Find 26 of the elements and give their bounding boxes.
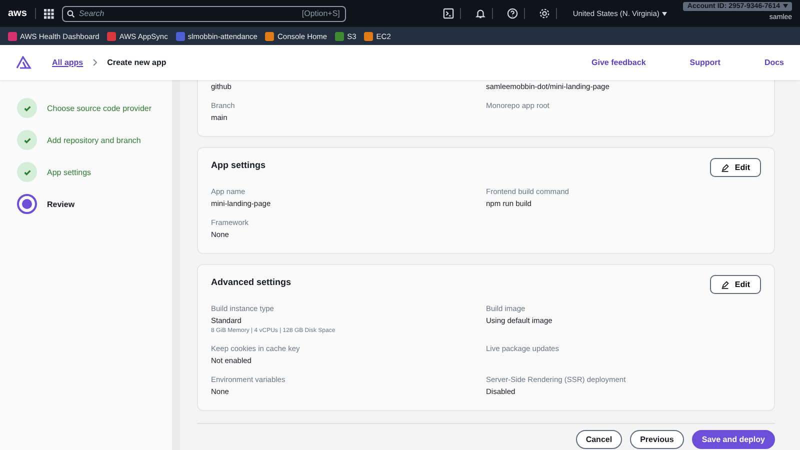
header-link[interactable]: Give feedback bbox=[592, 58, 646, 67]
pencil-icon bbox=[720, 164, 729, 172]
step-label[interactable]: Add repository and branch bbox=[47, 136, 141, 144]
pencil-icon bbox=[720, 280, 729, 288]
caret-icon bbox=[662, 12, 668, 16]
header-link[interactable]: Support bbox=[690, 58, 720, 67]
step-label[interactable]: App settings bbox=[47, 168, 92, 176]
chevron-icon bbox=[93, 59, 98, 66]
edit-button[interactable]: Edit bbox=[710, 158, 761, 177]
aws-logo[interactable]: aws bbox=[8, 8, 36, 19]
primary-button[interactable]: Save and deploy bbox=[692, 430, 775, 449]
grid-menu-icon[interactable] bbox=[44, 8, 54, 18]
edit-button[interactable]: Edit bbox=[710, 275, 761, 294]
breadcrumb-link[interactable]: All apps bbox=[52, 58, 84, 67]
section-title: Advanced settings bbox=[211, 276, 292, 287]
search-icon bbox=[66, 10, 75, 18]
breadcrumb-current: Create new app bbox=[107, 58, 166, 67]
header-link[interactable]: Docs bbox=[764, 58, 784, 67]
secondary-button[interactable]: Previous bbox=[630, 430, 684, 449]
step-label[interactable]: Choose source code provider bbox=[47, 104, 152, 112]
shortcut-hint: [Option+S] bbox=[302, 8, 340, 18]
amplify-logo[interactable] bbox=[16, 56, 32, 69]
step-label[interactable]: Review bbox=[47, 200, 75, 208]
caret-icon bbox=[783, 4, 788, 8]
section-title: App settings bbox=[211, 159, 266, 170]
secondary-button[interactable]: Cancel bbox=[576, 430, 622, 449]
